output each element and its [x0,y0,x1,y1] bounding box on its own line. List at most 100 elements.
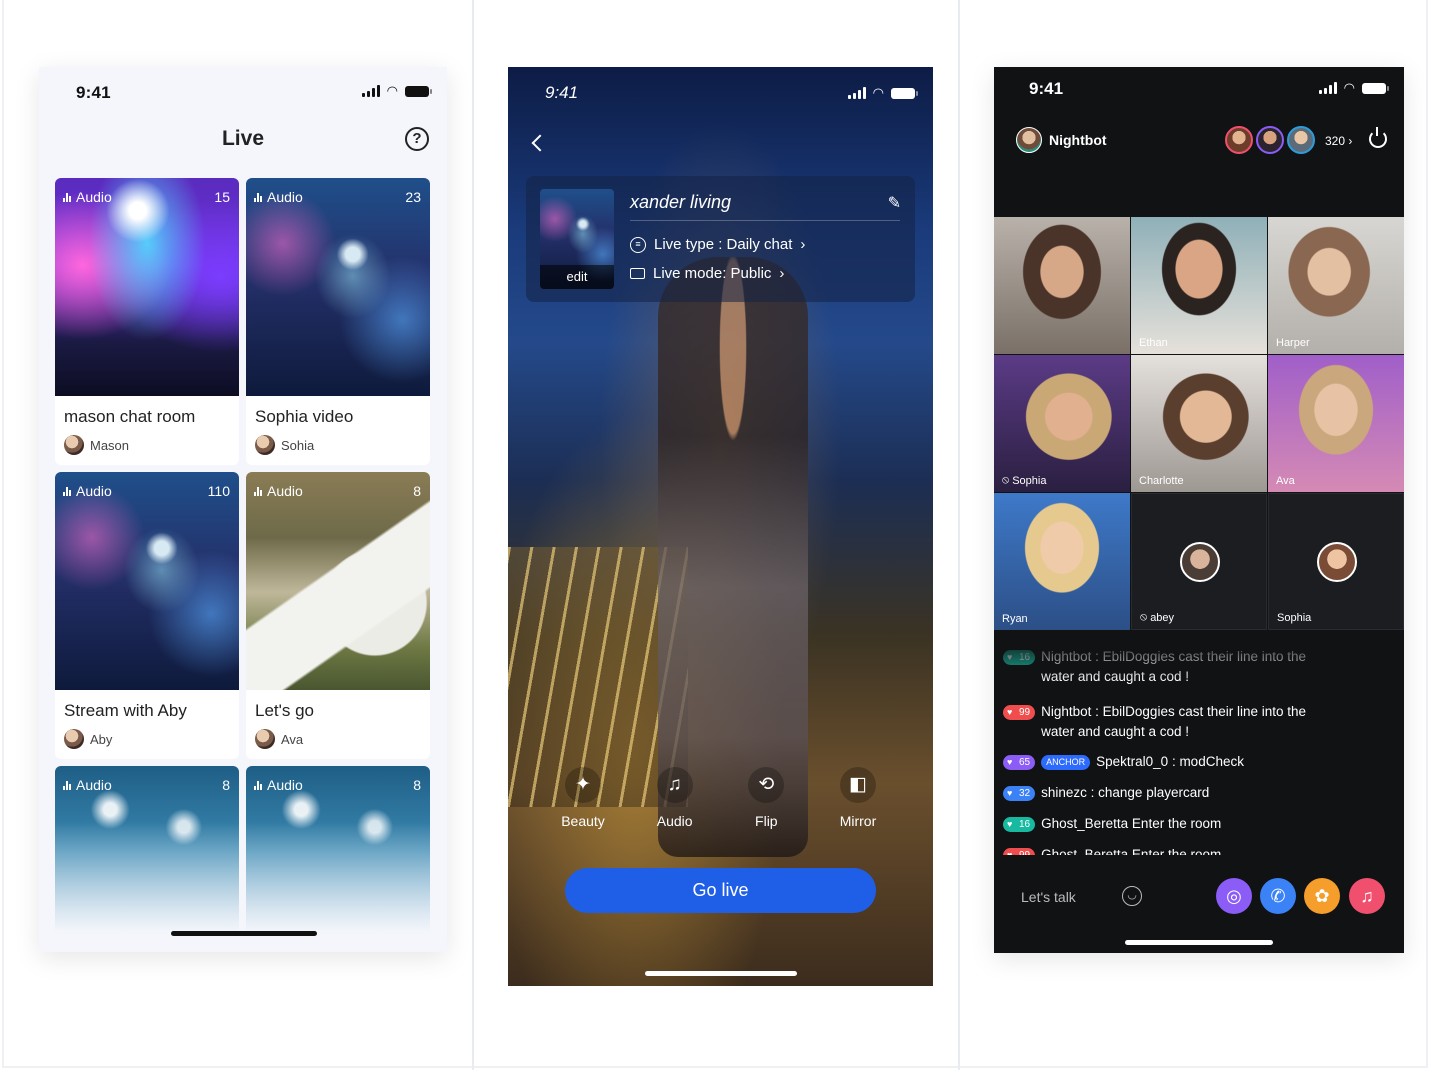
room-cover-image [55,178,239,396]
message-line: water and caught a cod ! [1041,724,1189,739]
avatar [1317,542,1357,582]
wifi-icon: ◠ [386,83,398,98]
circles-icon[interactable]: ◎ [1216,878,1252,914]
participant-name: Sophia [1277,612,1312,624]
message-text: Nightbot : EbilDoggies cast their line i… [1041,702,1306,742]
live-list-screen: 9:41 ◠ Live ? Audio 15 mason chat room Maso… [39,67,447,952]
cover-image[interactable]: edit [540,189,614,289]
avatar [1225,126,1253,154]
viewer-count[interactable]: 320 › [1325,134,1352,148]
tool-beauty[interactable]: ✦ Beauty [548,767,618,829]
participant-label: ⦸ Sophia [1002,474,1046,487]
host-info[interactable]: Nightbot [1016,127,1107,153]
participant-tile[interactable]: Harper [1268,217,1404,354]
tool-audio[interactable]: ♫ Audio [640,767,710,829]
host-name: Nightbot [1049,132,1107,148]
room-viewer-count: 23 [405,189,421,205]
live-type-label: Live type : Daily chat [654,236,793,253]
mic-muted-icon: ⦸ [1002,474,1010,486]
page-title: Live [221,127,265,150]
avatar [1016,127,1042,153]
owner-name: Ava [281,731,304,747]
column-divider [958,0,960,1070]
participant-tile[interactable] [994,217,1130,354]
live-type-row[interactable]: ≡ Live type : Daily chat › [630,236,805,253]
participant-tile[interactable]: Sophia [1268,493,1404,630]
room-viewer-count: 8 [222,777,230,793]
signal-icon [361,85,380,97]
room-owner: Aby [64,729,112,749]
room-type-badge: Audio [254,189,303,205]
room-title: Let's go [255,701,315,720]
chat-input[interactable]: Let's talk [1021,889,1076,905]
message-line: Ghost_Beretta Enter the room [1041,816,1222,831]
live-mode-row[interactable]: Live mode: Public › [630,265,784,282]
phone-icon[interactable]: ✆ [1260,878,1296,914]
participant-tile[interactable]: ⦸ Sophia [994,355,1130,492]
level-value: 16 [1019,652,1031,663]
back-chevron-icon[interactable] [531,134,549,152]
status-bar: 9:41 ◠ [39,67,447,117]
signal-icon [1318,82,1337,94]
room-type-badge: Audio [63,483,112,499]
level-badge: 99 [1003,705,1036,720]
panel-divider [630,220,900,221]
camera-tools: ✦ Beauty ♫ Audio ⟲ Flip ◧ Mirror [548,767,893,829]
message-line: Nightbot : EbilDoggies cast their line i… [1041,704,1307,719]
participant-tile[interactable]: Ryan [994,493,1130,630]
chevron-right-icon: › [800,236,806,253]
bottom-bar: Let's talk ◡ ◎ ✆ ✿ ♫ [994,867,1404,927]
home-indicator [645,971,797,976]
avatar [1287,126,1315,154]
signal-icon [847,87,866,99]
message-line: shinezc : change playercard [1041,785,1210,800]
music-icon[interactable]: ♫ [1349,878,1385,914]
battery-icon [891,88,918,99]
wifi-icon: ◠ [1343,80,1355,95]
gear-icon[interactable]: ✿ [1304,878,1340,914]
participant-tile[interactable]: Ethan [1131,217,1267,354]
participant-name: Charlotte [1139,475,1184,487]
room-name-field[interactable]: xander living [630,192,731,213]
audio-bars-icon [254,192,262,202]
participant-label: Ryan [1002,613,1028,625]
cover-edit-label[interactable]: edit [540,265,614,289]
participant-name: Ryan [1002,613,1028,625]
room-cover-image [246,472,430,690]
live-room-card[interactable]: Audio 8 Let's go Ava [246,472,430,759]
room-title: Sophia video [255,407,354,426]
viewer-avatars[interactable] [1225,126,1315,154]
go-live-button[interactable]: Go live [565,868,876,913]
message-line: Spektral0_0 : modCheck [1096,754,1244,769]
tool-mirror[interactable]: ◧ Mirror [823,767,893,829]
live-room-card[interactable]: Audio 15 mason chat room Mason [55,178,239,465]
avatar [64,435,84,455]
pencil-icon[interactable]: ✎ [888,193,901,213]
room-type-label: Audio [76,777,112,793]
owner-name: Aby [90,731,113,747]
message-text: Spektral0_0 : modCheck [1096,752,1244,772]
live-settings-panel: edit xander living ✎ ≡ Live type : Daily… [526,176,915,302]
music-note-icon: ♫ [656,767,693,803]
avatar [255,729,275,749]
chat-message: 16 Ghost_Beretta Enter the room [1003,814,1221,834]
room-viewer-count: 110 [207,483,230,499]
live-room-card[interactable]: Audio 110 Stream with Aby Aby [55,472,239,759]
anchor-badge: ANCHOR [1041,755,1091,770]
room-cover-image [246,178,430,396]
avatar [64,729,84,749]
question-circle-icon[interactable]: ? [405,127,429,151]
participant-tile[interactable]: ⦸ abey [1131,493,1267,630]
tool-flip[interactable]: ⟲ Flip [731,767,801,829]
avatar [255,435,275,455]
participant-label: Harper [1276,337,1310,349]
owner-name: Sohia [281,437,315,453]
room-type-badge: Audio [63,777,112,793]
power-icon[interactable] [1369,127,1387,148]
live-room-card[interactable]: Audio 23 Sophia video Sohia [246,178,430,465]
participant-tile[interactable]: Ava [1268,355,1404,492]
message-text: Nightbot : EbilDoggies cast their line i… [1041,647,1306,687]
emoji-icon[interactable]: ◡ [1122,886,1142,906]
participant-tile[interactable]: Charlotte [1131,355,1267,492]
message-text: shinezc : change playercard [1041,783,1209,803]
